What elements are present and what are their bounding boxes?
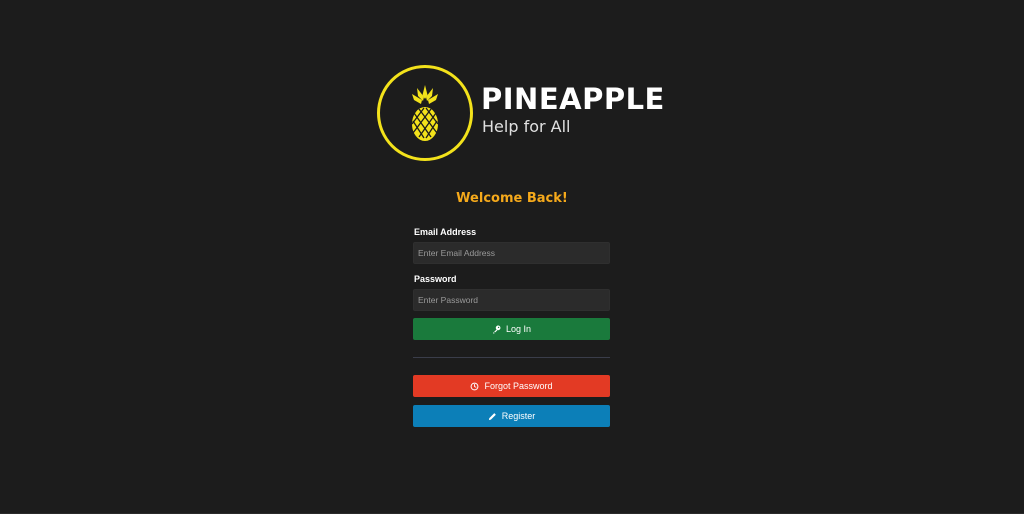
login-button[interactable]: Log In	[413, 318, 610, 340]
password-input[interactable]	[413, 289, 610, 311]
brand-name: PINEAPPLE	[481, 82, 665, 116]
clock-icon	[470, 382, 479, 391]
login-page: PINEAPPLE Help for All Welcome Back! Ema…	[0, 0, 1024, 514]
brand-logo: PINEAPPLE Help for All	[377, 65, 664, 161]
forgot-password-label: Forgot Password	[484, 381, 553, 391]
password-label: Password	[414, 274, 457, 284]
register-button-label: Register	[501, 411, 536, 421]
key-icon	[492, 325, 501, 334]
pencil-icon	[488, 412, 497, 421]
pineapple-icon	[411, 85, 439, 141]
brand-tagline: Help for All	[482, 117, 571, 136]
forgot-password-button[interactable]: Forgot Password	[413, 375, 610, 397]
divider	[413, 357, 610, 358]
login-button-label: Log In	[505, 324, 532, 334]
welcome-heading: Welcome Back!	[456, 191, 568, 206]
register-button[interactable]: Register	[413, 405, 610, 427]
email-input[interactable]	[413, 242, 610, 264]
logo-circle	[377, 65, 473, 161]
email-label: Email Address	[414, 227, 477, 237]
